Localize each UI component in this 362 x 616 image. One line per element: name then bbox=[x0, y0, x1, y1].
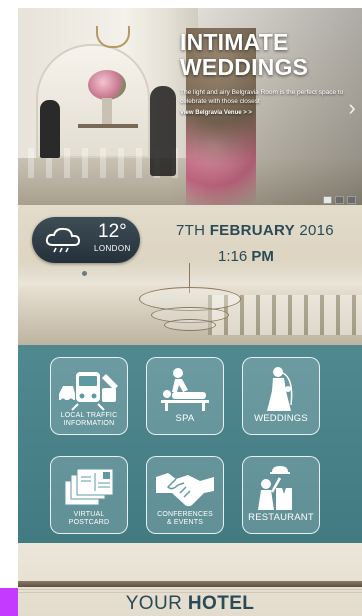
date-month: FEBRUARY bbox=[209, 222, 295, 239]
spa-button[interactable]: SPA bbox=[146, 357, 224, 435]
services-menu: LOCAL TRAFFIC INFORMATION SPA WEDDINGS V… bbox=[18, 345, 362, 543]
hero-description: The light and airy Belgravia Room is the… bbox=[180, 89, 344, 105]
slider-dot[interactable] bbox=[347, 196, 356, 204]
tile-label-line: VIRTUAL bbox=[73, 511, 105, 518]
hero-photo-flowers bbox=[88, 70, 126, 100]
rain-cloud-icon bbox=[45, 227, 81, 253]
hero-title-line: WEDDINGS bbox=[180, 54, 309, 80]
hero-photo-person bbox=[40, 100, 60, 158]
tile-label-line: INFORMATION bbox=[63, 420, 115, 427]
hero-photo-vase bbox=[102, 98, 112, 126]
hero-title: INTIMATE WEDDINGS bbox=[180, 30, 350, 80]
virtual-postcard-button[interactable]: VIRTUAL POSTCARD bbox=[50, 456, 128, 534]
hero-view-venue-link[interactable]: View Belgravia Venue > > bbox=[180, 110, 252, 116]
hero-photo-table bbox=[78, 124, 138, 128]
conferences-events-button[interactable]: CONFERENCES & EVENTS bbox=[146, 456, 224, 534]
tile-label-line: & EVENTS bbox=[166, 519, 204, 526]
tile-label-line: CONFERENCES bbox=[157, 511, 213, 518]
weather-city: LONDON bbox=[94, 244, 131, 253]
hotel-brand: YOUR HOTEL bbox=[18, 593, 362, 615]
bride-icon bbox=[243, 364, 319, 414]
local-traffic-button[interactable]: LOCAL TRAFFIC INFORMATION bbox=[50, 357, 128, 435]
hero-slider[interactable]: INTIMATE WEDDINGS The light and airy Bel… bbox=[18, 8, 362, 205]
tile-label: SPA bbox=[175, 413, 195, 424]
tile-label-line: LOCAL TRAFFIC bbox=[60, 412, 118, 419]
postcard-icon bbox=[51, 463, 127, 513]
edge-marker bbox=[0, 588, 18, 616]
kiosk-screen: INTIMATE WEDDINGS The light and airy Bel… bbox=[18, 8, 362, 616]
footer-divider bbox=[18, 581, 362, 587]
current-time: 1:16 PM bbox=[218, 248, 274, 265]
date-day: 7TH bbox=[176, 222, 210, 239]
weather-temperature: 12° bbox=[98, 221, 127, 242]
tile-label: RESTAURANT bbox=[248, 512, 314, 523]
time-value: 1:16 bbox=[218, 248, 252, 265]
tile-label: VIRTUAL POSTCARD bbox=[51, 511, 127, 527]
spa-massage-icon bbox=[147, 364, 223, 414]
ballroom-photo-chandelier bbox=[164, 319, 216, 331]
chevron-right-icon[interactable]: › bbox=[346, 96, 358, 120]
slider-pagination bbox=[323, 196, 356, 204]
tile-label: CONFERENCES & EVENTS bbox=[147, 511, 223, 527]
weather-page-dot bbox=[82, 271, 87, 276]
tile-label-line: POSTCARD bbox=[68, 519, 110, 526]
waiter-icon bbox=[243, 463, 319, 513]
hero-title-line: INTIMATE bbox=[180, 29, 289, 55]
weddings-button[interactable]: WEDDINGS bbox=[242, 357, 320, 435]
brand-text: YOUR bbox=[125, 593, 188, 614]
time-period: PM bbox=[251, 248, 274, 265]
tile-label: WEDDINGS bbox=[254, 413, 308, 424]
tile-label: LOCAL TRAFFIC INFORMATION bbox=[51, 412, 127, 428]
footer: YOUR HOTEL bbox=[18, 543, 362, 616]
slider-dot[interactable] bbox=[323, 196, 332, 204]
date-year: 2016 bbox=[294, 222, 334, 239]
current-date: 7TH FEBRUARY 2016 bbox=[176, 222, 356, 239]
brand-text-bold: HOTEL bbox=[187, 593, 255, 614]
slider-dot[interactable] bbox=[335, 196, 344, 204]
handshake-icon bbox=[147, 463, 223, 513]
traffic-icon bbox=[51, 364, 127, 414]
restaurant-button[interactable]: RESTAURANT bbox=[242, 456, 320, 534]
weather-widget[interactable]: 12° LONDON bbox=[32, 217, 140, 263]
info-band: 12° LONDON 7TH FEBRUARY 2016 1:16 PM bbox=[18, 205, 362, 345]
